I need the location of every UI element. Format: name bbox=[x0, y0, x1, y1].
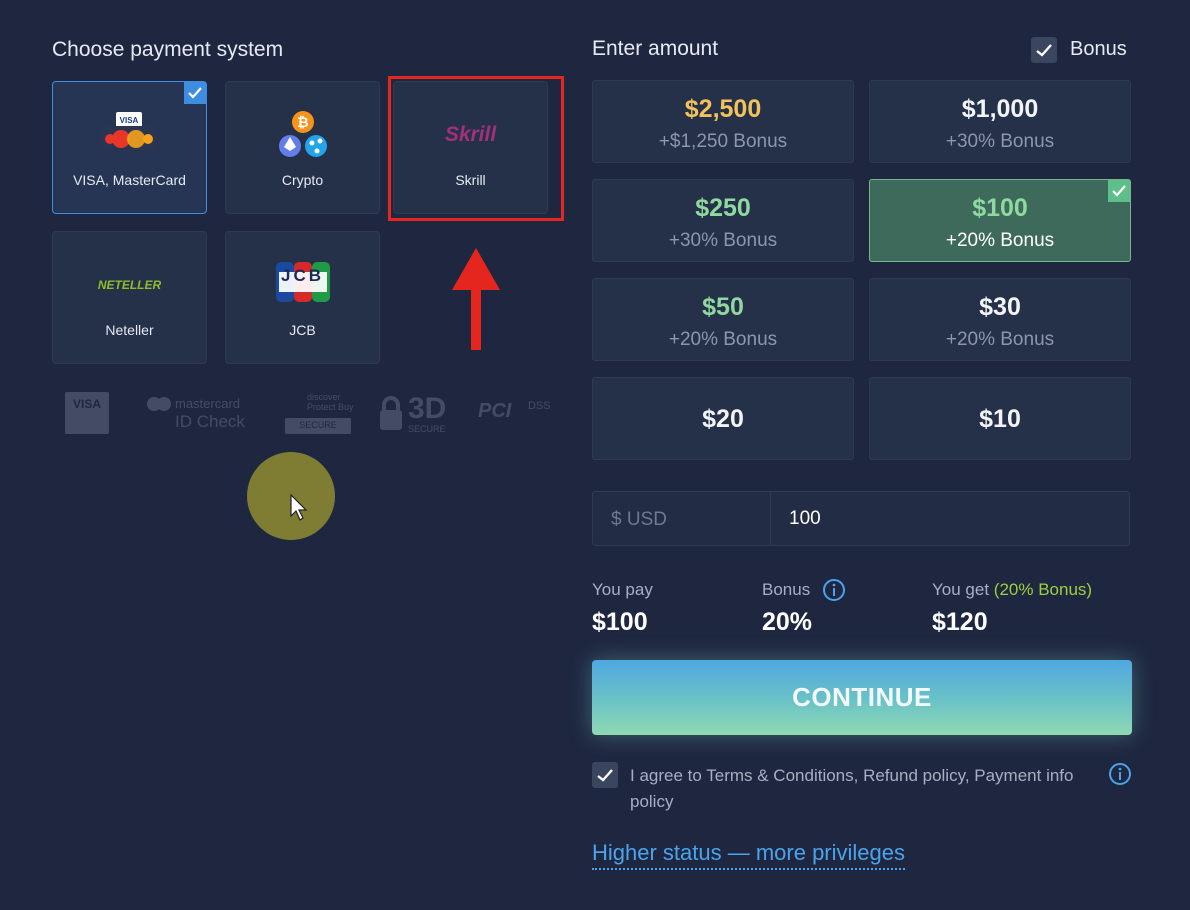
amount-input[interactable] bbox=[771, 492, 1129, 545]
jcb-logo-text: JCB bbox=[280, 266, 324, 285]
visa-secure-icon: VISA bbox=[65, 392, 109, 434]
protect-buy-text: Protect Buy bbox=[307, 402, 354, 412]
jcb-logo-icon: JCB bbox=[226, 254, 379, 309]
you-pay-value: $100 bbox=[592, 608, 648, 636]
currency-selector[interactable]: $ USD bbox=[593, 492, 771, 545]
amount-option[interactable]: $20 bbox=[592, 377, 854, 460]
discover-secure-text: SECURE bbox=[299, 420, 337, 430]
payment-method-jcb[interactable]: JCB JCB bbox=[225, 231, 380, 364]
crypto-coins-icon: ₿ bbox=[226, 107, 379, 162]
you-pay-label: You pay bbox=[592, 580, 653, 599]
3d-text: 3D bbox=[408, 392, 447, 425]
higher-status-link[interactable]: Higher status — more privileges bbox=[592, 840, 906, 870]
payment-section-title: Choose payment system bbox=[52, 38, 284, 61]
selected-check-icon bbox=[1108, 180, 1130, 202]
pci-dss-icon: PCI DSS bbox=[478, 398, 558, 428]
svg-text:₿: ₿ bbox=[297, 114, 308, 130]
payment-method-label: VISA, MasterCard bbox=[73, 172, 186, 188]
amount-option[interactable]: $50 +20% Bonus bbox=[592, 278, 854, 361]
you-get-text: You get bbox=[932, 580, 990, 599]
security-logos: VISA mastercard ID Check discover Protec… bbox=[60, 390, 560, 440]
you-get-label: You get (20% Bonus) bbox=[932, 580, 1092, 600]
payment-method-label: Neteller bbox=[105, 322, 154, 338]
skrill-highlight-annotation bbox=[388, 76, 564, 221]
amount-option[interactable]: $100 +20% Bonus bbox=[869, 179, 1131, 262]
arrow-up-annotation-icon bbox=[452, 248, 500, 350]
mastercard-text: mastercard bbox=[175, 396, 241, 411]
currency-label: $ USD bbox=[611, 509, 667, 530]
info-icon[interactable] bbox=[822, 578, 846, 602]
svg-text:VISA: VISA bbox=[119, 116, 138, 125]
you-get-value: $120 bbox=[932, 608, 988, 636]
visa-secure-text: VISA bbox=[72, 397, 101, 411]
amount-option[interactable]: $1,000 +30% Bonus bbox=[869, 80, 1131, 163]
payment-method-label: Crypto bbox=[281, 172, 324, 188]
terms-info-icon[interactable] bbox=[1108, 762, 1132, 786]
dss-text: DSS bbox=[528, 400, 551, 412]
amount-option-bonus: +30% Bonus bbox=[945, 131, 1055, 152]
amount-option-value: $20 bbox=[702, 405, 744, 433]
amount-option-value: $1,000 bbox=[961, 95, 1039, 123]
payment-method-crypto[interactable]: ₿ Crypto bbox=[225, 81, 380, 214]
amount-option-bonus: +20% Bonus bbox=[945, 329, 1055, 350]
discover-text: discover bbox=[307, 392, 341, 402]
bonus-summary-value: 20% bbox=[762, 608, 813, 636]
3d-secure-text: SECURE bbox=[408, 424, 446, 434]
neteller-logo-text: NETELLER bbox=[97, 277, 162, 292]
amount-option-value: $10 bbox=[979, 405, 1021, 433]
amount-option[interactable]: $250 +30% Bonus bbox=[592, 179, 854, 262]
amount-option-bonus: +20% Bonus bbox=[945, 230, 1055, 251]
amount-option-value: $2,500 bbox=[684, 95, 762, 123]
terms-text: I agree to Terms & Conditions, Refund po… bbox=[630, 766, 1074, 811]
bonus-label: Bonus bbox=[1070, 38, 1127, 60]
payment-method-visa-mastercard[interactable]: VISA VISA, MasterCard bbox=[52, 81, 207, 214]
payment-method-neteller[interactable]: NETELLER Neteller bbox=[52, 231, 207, 364]
amount-option-value: $50 bbox=[702, 293, 744, 321]
3d-secure-icon: 3D SECURE bbox=[378, 392, 458, 438]
bonus-checkbox[interactable] bbox=[1031, 37, 1057, 63]
amount-option-bonus: +30% Bonus bbox=[668, 230, 778, 251]
amount-option-value: $30 bbox=[979, 293, 1021, 321]
amount-option[interactable]: $2,500 +$1,250 Bonus bbox=[592, 80, 854, 163]
mastercard-id-check-icon: mastercard ID Check bbox=[145, 394, 260, 434]
amount-input-group: $ USD bbox=[592, 491, 1130, 546]
mouse-pointer-icon bbox=[290, 494, 308, 521]
pci-text: PCI bbox=[478, 400, 512, 422]
continue-button[interactable]: CONTINUE bbox=[592, 660, 1132, 735]
amount-section-title: Enter amount bbox=[592, 37, 719, 60]
amount-option-bonus: +20% Bonus bbox=[668, 329, 778, 350]
neteller-logo-icon: NETELLER bbox=[53, 257, 206, 312]
amount-option-bonus: +$1,250 Bonus bbox=[658, 131, 788, 152]
payment-method-label: JCB bbox=[289, 322, 316, 338]
visa-mastercard-icon: VISA bbox=[53, 107, 206, 162]
selected-check-icon bbox=[184, 82, 206, 104]
id-check-text: ID Check bbox=[175, 412, 245, 431]
discover-protect-buy-icon: discover Protect Buy SECURE bbox=[285, 392, 355, 436]
bonus-summary-label: Bonus bbox=[762, 580, 811, 599]
terms-checkbox[interactable] bbox=[592, 762, 618, 788]
amount-option-value: $100 bbox=[972, 194, 1028, 222]
you-get-bonus-text: (20% Bonus) bbox=[993, 580, 1093, 599]
amount-option[interactable]: $10 bbox=[869, 377, 1131, 460]
check-icon bbox=[597, 768, 613, 782]
amount-option-value: $250 bbox=[695, 194, 751, 222]
check-icon bbox=[1036, 43, 1052, 57]
amount-option[interactable]: $30 +20% Bonus bbox=[869, 278, 1131, 361]
